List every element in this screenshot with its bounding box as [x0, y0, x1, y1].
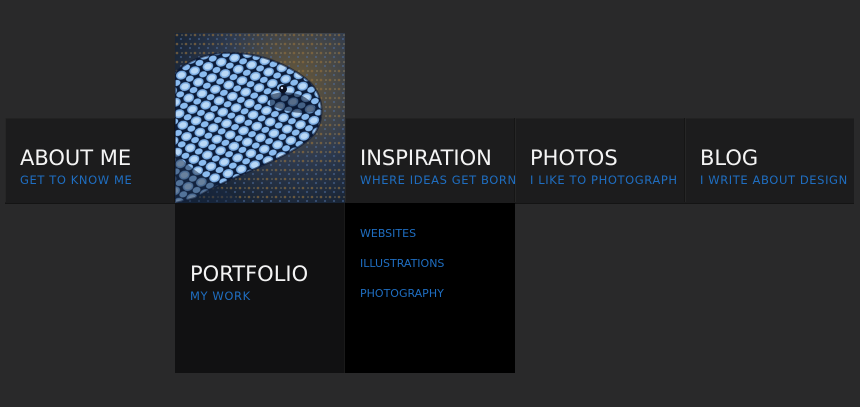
nav-item-blog[interactable]: BLOG I WRITE ABOUT DESIGN	[685, 118, 855, 202]
nav-item-title: PHOTOS	[530, 146, 618, 170]
nav-item-title: ABOUT ME	[20, 146, 132, 170]
nav-item-title: BLOG	[700, 146, 759, 170]
nav-item-about[interactable]: ABOUT ME GET TO KNOW ME	[5, 118, 175, 202]
submenu-item-websites[interactable]: WEBSITES	[360, 228, 416, 239]
nav-item-title: PORTFOLIO	[190, 262, 309, 286]
submenu-item-illustrations[interactable]: ILLUSTRATIONS	[360, 258, 444, 269]
nav-item-inspiration[interactable]: INSPIRATION WHERE IDEAS GET BORN	[345, 118, 517, 202]
nav-item-subtitle: MY WORK	[190, 289, 251, 303]
inspiration-submenu: WEBSITES ILLUSTRATIONS PHOTOGRAPHY	[345, 203, 515, 373]
nav-item-subtitle: I WRITE ABOUT DESIGN	[700, 173, 848, 187]
portfolio-hover-image[interactable]	[175, 33, 345, 203]
nav-item-subtitle: I LIKE TO PHOTOGRAPH	[530, 173, 678, 187]
nav-item-title: INSPIRATION	[360, 146, 492, 170]
submenu-item-photography[interactable]: PHOTOGRAPHY	[360, 288, 444, 299]
navigation-stage: ABOUT ME GET TO KNOW ME PORTFOLIO MY WOR…	[0, 0, 860, 407]
nav-item-portfolio[interactable]: PORTFOLIO MY WORK	[175, 203, 345, 373]
nav-item-photos[interactable]: PHOTOS I LIKE TO PHOTOGRAPH	[515, 118, 685, 202]
nav-item-subtitle: WHERE IDEAS GET BORN	[360, 173, 517, 187]
moray-eel-image	[175, 33, 345, 203]
nav-item-subtitle: GET TO KNOW ME	[20, 173, 133, 187]
